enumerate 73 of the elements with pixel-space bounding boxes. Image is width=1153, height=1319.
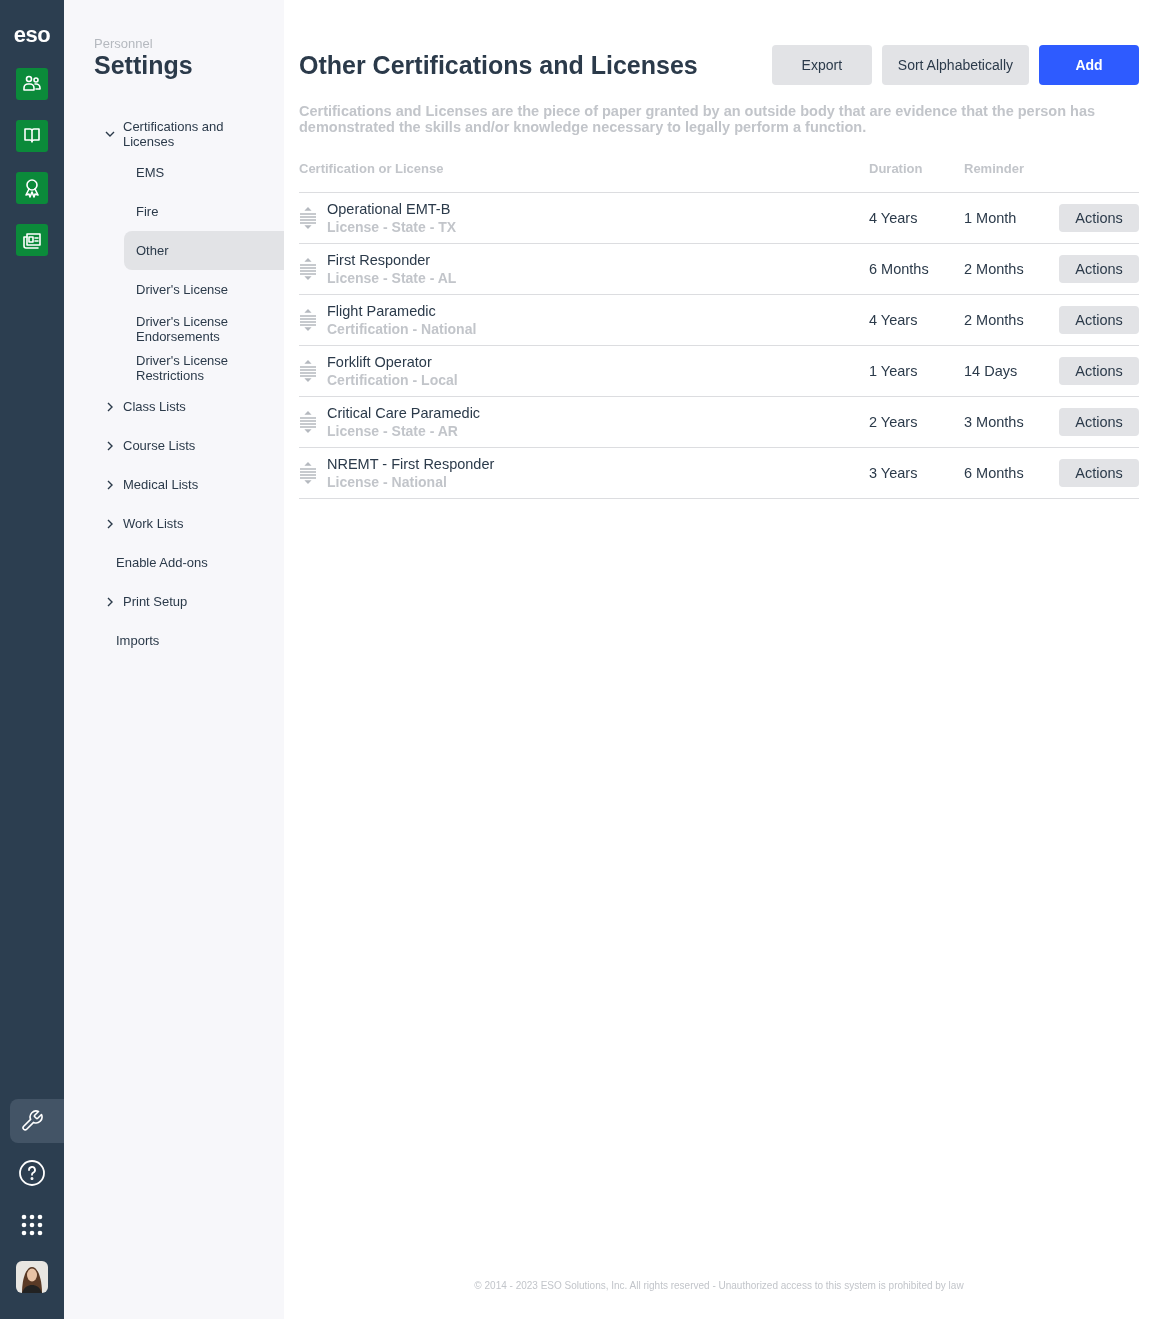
- actions-button[interactable]: Actions: [1059, 357, 1139, 385]
- duration-cell-text: 3 Years: [869, 465, 919, 481]
- reminder-cell-text: 6 Months: [964, 465, 1025, 481]
- drag-handle-icon: [299, 258, 317, 280]
- help-icon: [19, 1160, 45, 1186]
- newspaper-icon: [22, 230, 42, 250]
- section-label: Personnel: [94, 36, 154, 51]
- certification-name: Flight Paramedic: [327, 303, 437, 319]
- sidebar-item[interactable]: Driver's License: [124, 270, 284, 309]
- actions-button[interactable]: Actions: [1059, 459, 1139, 487]
- certification-type: License - State - AL: [327, 270, 457, 286]
- reminder-cell-text: 2 Months: [964, 312, 1025, 328]
- certification-type: License - National: [327, 474, 448, 490]
- duration-cell-text: 4 Years: [869, 312, 919, 328]
- drag-handle-icon: [299, 360, 317, 382]
- sidebar-item[interactable]: Print Setup: [104, 582, 284, 621]
- sidebar-item[interactable]: Driver's License Restrictions: [124, 348, 284, 387]
- actions-button[interactable]: Actions: [1059, 204, 1139, 232]
- sidebar-item[interactable]: Enable Add-ons: [104, 543, 284, 582]
- sidebar-item[interactable]: Class Lists: [104, 387, 284, 426]
- drag-handle-icon: [299, 411, 317, 433]
- certification-type: Certification - National: [327, 321, 477, 337]
- logo: eso: [13, 22, 51, 48]
- reminder-cell-text: 3 Months: [964, 414, 1025, 430]
- column-header: Certification or License: [299, 161, 445, 176]
- certification-name: Operational EMT-B: [327, 201, 452, 217]
- sidebar-item[interactable]: Medical Lists: [104, 465, 284, 504]
- drag-handle-icon: [299, 309, 317, 331]
- book-icon: [22, 126, 42, 146]
- add-button[interactable]: Add: [1039, 45, 1139, 85]
- app-button[interactable]: [16, 224, 48, 256]
- duration-cell-text: 4 Years: [869, 210, 919, 226]
- duration-cell-text: 2 Years: [869, 414, 919, 430]
- drag-handle-icon: [299, 207, 317, 229]
- sidebar-item[interactable]: Certifications and Licenses: [104, 114, 284, 153]
- toolbar-button[interactable]: Export: [771, 45, 872, 85]
- wrench-icon: [20, 1109, 44, 1133]
- column-header: Duration: [869, 161, 924, 176]
- apps-grid-icon: [21, 1214, 43, 1236]
- certification-name: First Responder: [327, 252, 432, 268]
- people-icon: [22, 74, 42, 94]
- sidebar-item[interactable]: EMS: [124, 153, 284, 192]
- reminder-cell-text: 1 Month: [964, 210, 1018, 226]
- sidebar-item[interactable]: Fire: [124, 192, 284, 231]
- certification-name: Critical Care Paramedic: [327, 405, 481, 421]
- app-button[interactable]: [16, 120, 48, 152]
- certification-type: Certification - Local: [327, 372, 458, 388]
- duration-cell-text: 1 Years: [869, 363, 919, 379]
- actions-button[interactable]: Actions: [1059, 408, 1139, 436]
- sidebar-item[interactable]: Other: [124, 231, 284, 270]
- description: Certifications and Licenses are the piece of paper granted by an outside body that are evidence that the person has demonstrated the skills and/or knowledge necessary to legally perform a function.: [299, 103, 1097, 135]
- certification-type: License - State - AR: [327, 423, 459, 439]
- app-button[interactable]: [16, 172, 48, 204]
- sidebar-item[interactable]: Imports: [104, 621, 284, 660]
- actions-button[interactable]: Actions: [1059, 306, 1139, 334]
- reminder-cell-text: 14 Days: [964, 363, 1019, 379]
- award-ribbon-icon: [22, 178, 42, 198]
- sidebar-item[interactable]: Driver's License Endorsements: [124, 309, 284, 348]
- certification-name: NREMT - First Responder: [327, 456, 495, 472]
- certification-name: Forklift Operator: [327, 354, 433, 370]
- reminder-cell-text: 2 Months: [964, 261, 1025, 277]
- duration-cell-text: 6 Months: [869, 261, 930, 277]
- sidebar-item[interactable]: Work Lists: [104, 504, 284, 543]
- certification-type: License - State - TX: [327, 219, 457, 235]
- drag-handle-icon: [299, 462, 317, 484]
- app-button[interactable]: [16, 68, 48, 100]
- column-header: Reminder: [964, 161, 1025, 176]
- sidebar-item[interactable]: Course Lists: [104, 426, 284, 465]
- rail-button[interactable]: [10, 1099, 64, 1143]
- sidebar-title: Settings: [94, 51, 194, 80]
- toolbar-button[interactable]: Sort Alphabetically: [881, 45, 1029, 85]
- page-title: Other Certifications and Licenses: [299, 50, 699, 80]
- actions-button[interactable]: Actions: [1059, 255, 1139, 283]
